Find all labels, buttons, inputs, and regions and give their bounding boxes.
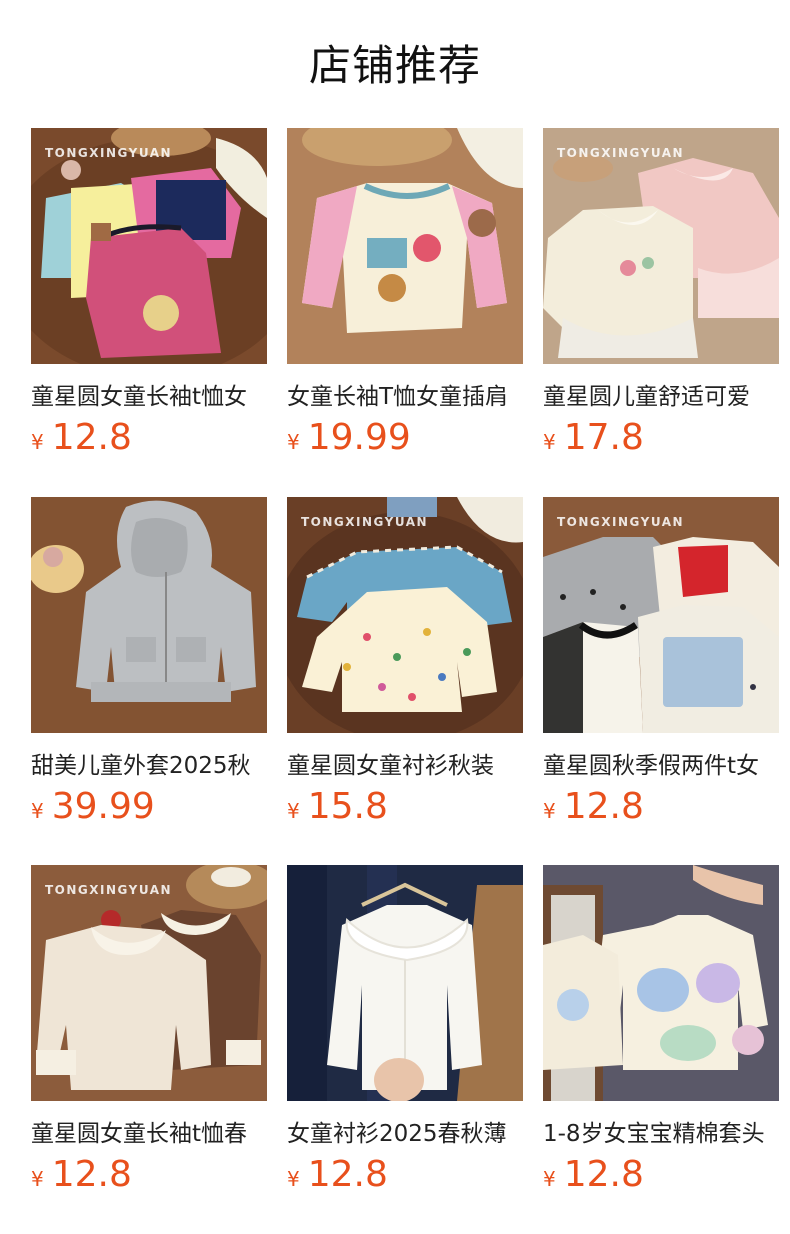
price-value: 12.8 [51, 1154, 132, 1195]
product-image[interactable]: TONGXINGYUAN [31, 128, 267, 364]
product-image[interactable] [543, 865, 779, 1101]
product-card[interactable]: TONGXINGYUAN 童星圆女童长袖t恤女 ¥12.8 [31, 128, 267, 468]
product-image[interactable] [287, 865, 523, 1101]
product-card[interactable]: TONGXINGYUAN 童星圆女童衬衫秋装 ¥15.8 [287, 497, 523, 837]
currency-symbol: ¥ [543, 799, 556, 823]
product-name[interactable]: 女童长袖T恤女童插肩 [287, 382, 523, 412]
price-value: 12.8 [563, 786, 644, 827]
product-price: ¥12.8 [543, 1153, 644, 1197]
brand-watermark: TONGXINGYUAN [301, 515, 429, 529]
product-price: ¥12.8 [31, 416, 132, 460]
product-image[interactable] [287, 128, 523, 364]
currency-symbol: ¥ [287, 1167, 300, 1191]
product-price: ¥17.8 [543, 416, 644, 460]
currency-symbol: ¥ [287, 430, 300, 454]
price-value: 12.8 [563, 1154, 644, 1195]
product-name[interactable]: 甜美儿童外套2025秋 [31, 751, 267, 781]
brand-watermark: TONGXINGYUAN [557, 515, 685, 529]
product-card[interactable]: TONGXINGYUAN 童星圆女童长袖t恤春 ¥12.8 [31, 865, 267, 1205]
product-name[interactable]: 童星圆女童长袖t恤女 [31, 382, 267, 412]
price-value: 19.99 [307, 417, 411, 458]
product-card[interactable]: 1-8岁女宝宝精棉套头 ¥12.8 [543, 865, 779, 1205]
product-image[interactable]: TONGXINGYUAN [287, 497, 523, 733]
product-price: ¥15.8 [287, 785, 388, 829]
currency-symbol: ¥ [31, 799, 44, 823]
product-card[interactable]: TONGXINGYUAN 童星圆儿童舒适可爱 ¥17.8 [543, 128, 779, 468]
product-image[interactable]: TONGXINGYUAN [543, 128, 779, 364]
product-price: ¥12.8 [31, 1153, 132, 1197]
product-name[interactable]: 女童衬衫2025春秋薄 [287, 1119, 523, 1149]
product-name[interactable]: 1-8岁女宝宝精棉套头 [543, 1119, 779, 1149]
price-value: 17.8 [563, 417, 644, 458]
price-value: 12.8 [51, 417, 132, 458]
product-price: ¥12.8 [287, 1153, 388, 1197]
product-name[interactable]: 童星圆儿童舒适可爱 [543, 382, 779, 412]
currency-symbol: ¥ [287, 799, 300, 823]
brand-watermark: TONGXINGYUAN [557, 146, 685, 160]
currency-symbol: ¥ [31, 1167, 44, 1191]
product-card[interactable]: 甜美儿童外套2025秋 ¥39.99 [31, 497, 267, 837]
price-value: 12.8 [307, 1154, 388, 1195]
product-price: ¥19.99 [287, 416, 411, 460]
product-name[interactable]: 童星圆女童衬衫秋装 [287, 751, 523, 781]
product-image[interactable] [31, 497, 267, 733]
price-value: 15.8 [307, 786, 388, 827]
product-price: ¥39.99 [31, 785, 155, 829]
product-card[interactable]: 女童衬衫2025春秋薄 ¥12.8 [287, 865, 523, 1205]
product-card[interactable]: 女童长袖T恤女童插肩 ¥19.99 [287, 128, 523, 468]
price-value: 39.99 [51, 786, 155, 827]
product-name[interactable]: 童星圆秋季假两件t女 [543, 751, 779, 781]
product-card[interactable]: TONGXINGYUAN 童星圆秋季假两件t女 ¥12.8 [543, 497, 779, 837]
product-price: ¥12.8 [543, 785, 644, 829]
currency-symbol: ¥ [543, 430, 556, 454]
currency-symbol: ¥ [543, 1167, 556, 1191]
product-image[interactable]: TONGXINGYUAN [543, 497, 779, 733]
product-image[interactable]: TONGXINGYUAN [31, 865, 267, 1101]
product-name[interactable]: 童星圆女童长袖t恤春 [31, 1119, 267, 1149]
brand-watermark: TONGXINGYUAN [45, 883, 173, 897]
brand-watermark: TONGXINGYUAN [45, 146, 173, 160]
currency-symbol: ¥ [31, 430, 44, 454]
page-title: 店铺推荐 [308, 41, 481, 90]
